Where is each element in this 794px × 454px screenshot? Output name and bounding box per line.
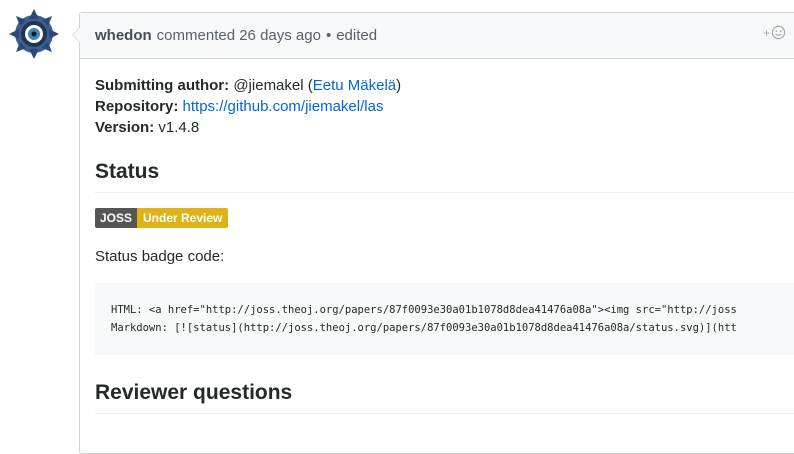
comment-box: whedon commented 26 days ago • edited + … [72,12,794,454]
comment-body: Submitting author: @jiemakel (Eetu Mäkel… [80,59,794,414]
version-label: Version: [95,119,155,136]
badge-code-block[interactable]: HTML: <a href="http://joss.theoj.org/pap… [95,283,794,355]
separator-dot: • [325,27,332,44]
submitting-author-line: Submitting author: @jiemakel (Eetu Mäkel… [95,75,794,96]
comment-header: whedon commented 26 days ago • edited + [80,13,794,59]
badge-right: Under Review [137,208,229,228]
badge-code-caption: Status badge code: [95,248,225,265]
comment-timestamp[interactable]: 26 days ago [239,27,321,44]
submitting-author-handle: @jiemakel [233,77,304,94]
repository-label: Repository: [95,98,179,115]
repository-line: Repository: https://github.com/jiemakel/… [95,96,794,117]
submitting-author-label: Submitting author: [95,77,230,94]
author-name-link[interactable]: Eetu Mäkelä [313,77,396,94]
code-html-line: HTML: <a href="http://joss.theoj.org/pap… [111,304,737,316]
add-reaction-button[interactable]: + [763,25,786,40]
status-heading: Status [95,160,794,193]
version-value: v1.4.8 [158,119,200,136]
avatar[interactable] [8,8,60,60]
comment-action: commented [156,27,236,44]
code-markdown-line: Markdown: [![status](http://joss.theoj.o… [111,322,737,334]
status-badge[interactable]: JOSS Under Review [95,208,229,228]
reviewer-questions-heading: Reviewer questions [95,381,794,414]
edited-indicator[interactable]: edited [336,27,377,44]
badge-left: JOSS [95,208,138,228]
plus-sign: + [763,25,771,40]
repository-link[interactable]: https://github.com/jiemakel/las [183,98,384,115]
author-name-close: ) [396,77,402,94]
version-line: Version: v1.4.8 [95,117,794,138]
whedon-avatar-icon [9,9,59,59]
comment-author[interactable]: whedon [95,27,152,44]
smiley-icon [771,25,786,40]
